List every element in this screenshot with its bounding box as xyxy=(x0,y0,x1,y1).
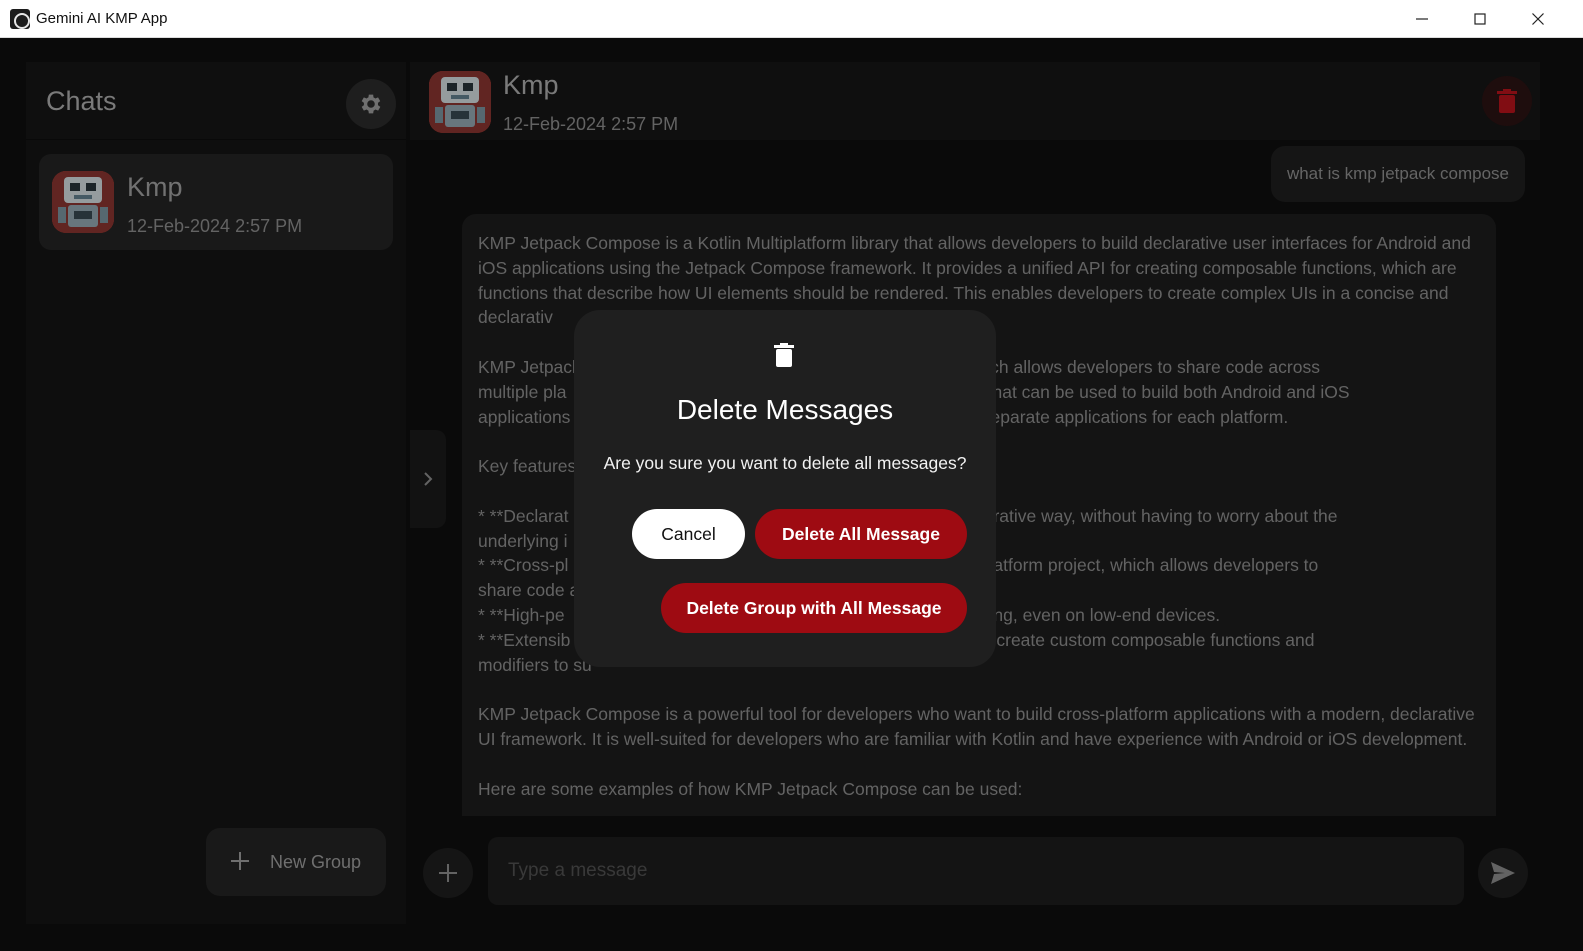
minimize-button[interactable] xyxy=(1393,0,1451,38)
dialog-title: Delete Messages xyxy=(676,394,894,425)
dialog-message: Are you sure you want to delete all mess… xyxy=(603,453,967,473)
delete-group-button[interactable]: Delete Group with All Message xyxy=(661,583,967,633)
delete-all-message-button[interactable]: Delete All Message xyxy=(755,509,967,559)
delete-messages-dialog: Delete Messages Are you sure you want to… xyxy=(574,310,996,667)
title-bar: Gemini AI KMP App xyxy=(0,0,1583,38)
cancel-button[interactable]: Cancel xyxy=(632,509,745,559)
maximize-button[interactable] xyxy=(1451,0,1509,38)
trash-icon xyxy=(774,343,794,367)
app-logo-icon xyxy=(10,9,30,29)
window-title: Gemini AI KMP App xyxy=(36,10,168,27)
close-button[interactable] xyxy=(1509,0,1567,38)
minimize-icon xyxy=(1416,18,1428,20)
close-icon xyxy=(1532,13,1544,25)
maximize-icon xyxy=(1474,13,1486,25)
